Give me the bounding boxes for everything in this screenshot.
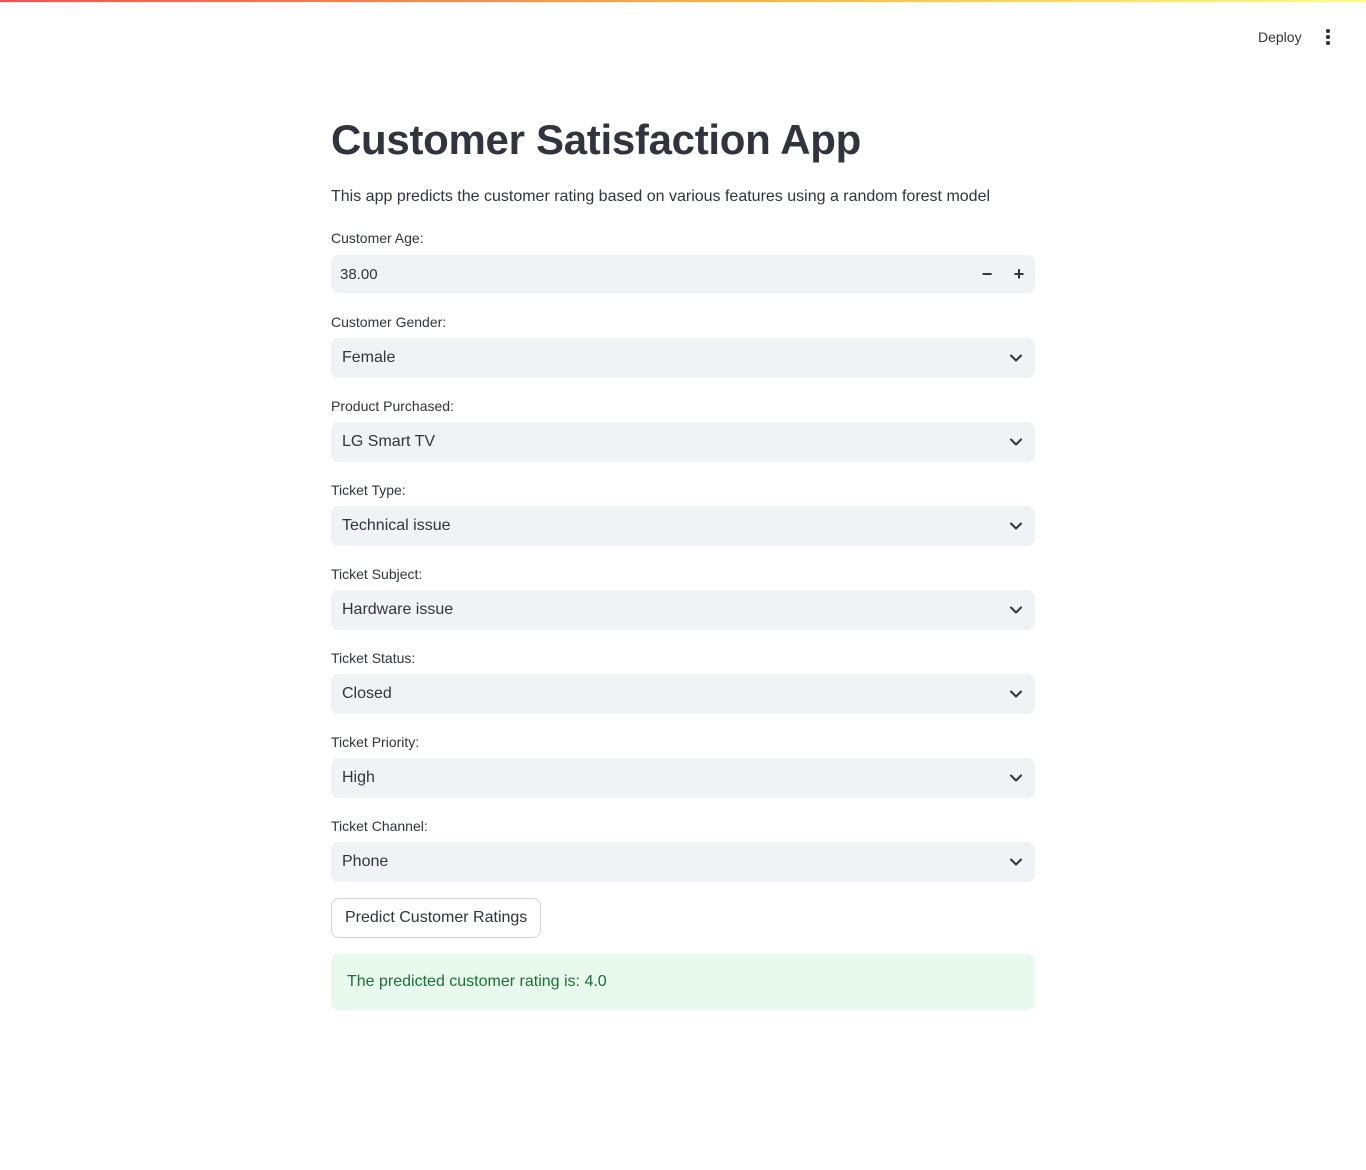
customer-gender-select[interactable]: Female [331, 338, 1035, 378]
prediction-result-text: The predicted customer rating is: 4.0 [347, 973, 607, 990]
chevron-down-icon [1009, 351, 1023, 365]
ticket-subject-select[interactable]: Hardware issue [331, 590, 1035, 630]
prediction-success-alert: The predicted customer rating is: 4.0 [331, 954, 1035, 1010]
customer-age-input[interactable]: 38.00 [331, 266, 971, 283]
chevron-down-icon [1009, 855, 1023, 869]
chevron-down-icon [1009, 435, 1023, 449]
ticket-priority-label: Ticket Priority: [331, 734, 420, 750]
ticket-subject-value: Hardware issue [342, 601, 454, 618]
customer-age-field: 38.00 − + [331, 255, 1035, 293]
minus-icon: − [981, 263, 993, 284]
ticket-channel-value: Phone [342, 853, 389, 870]
ticket-priority-value: High [342, 769, 375, 786]
page-title: Customer Satisfaction App [331, 116, 862, 163]
ticket-subject-label: Ticket Subject: [331, 566, 423, 582]
product-purchased-label: Product Purchased: [331, 398, 454, 414]
chevron-down-icon [1009, 603, 1023, 617]
plus-icon: + [1013, 263, 1025, 284]
app-header: Deploy [0, 0, 1366, 60]
vertical-ellipsis-icon-dot [1326, 35, 1330, 39]
chevron-down-icon [1009, 519, 1023, 533]
decrement-button[interactable]: − [971, 255, 1003, 293]
ticket-priority-select[interactable]: High [331, 758, 1035, 798]
deploy-button[interactable]: Deploy [1246, 24, 1314, 50]
customer-gender-value: Female [342, 349, 396, 366]
ticket-type-label: Ticket Type: [331, 482, 406, 498]
chevron-down-icon [1009, 771, 1023, 785]
ticket-status-label: Ticket Status: [331, 650, 416, 666]
customer-age-label: Customer Age: [331, 230, 424, 246]
vertical-ellipsis-icon [1326, 29, 1330, 33]
ticket-type-select[interactable]: Technical issue [331, 506, 1035, 546]
ticket-status-value: Closed [342, 685, 392, 702]
product-purchased-select[interactable]: LG Smart TV [331, 422, 1035, 462]
chevron-down-icon [1009, 687, 1023, 701]
customer-gender-label: Customer Gender: [331, 314, 447, 330]
ticket-type-value: Technical issue [342, 517, 451, 534]
page-description: This app predicts the customer rating ba… [331, 188, 991, 205]
predict-customer-ratings-button[interactable]: Predict Customer Ratings [331, 898, 542, 938]
vertical-ellipsis-icon-dot [1326, 41, 1330, 45]
ticket-channel-select[interactable]: Phone [331, 842, 1035, 882]
ticket-status-select[interactable]: Closed [331, 674, 1035, 714]
main-menu-button[interactable] [1314, 24, 1342, 50]
product-purchased-value: LG Smart TV [342, 433, 436, 450]
ticket-channel-label: Ticket Channel: [331, 818, 428, 834]
increment-button[interactable]: + [1003, 255, 1035, 293]
